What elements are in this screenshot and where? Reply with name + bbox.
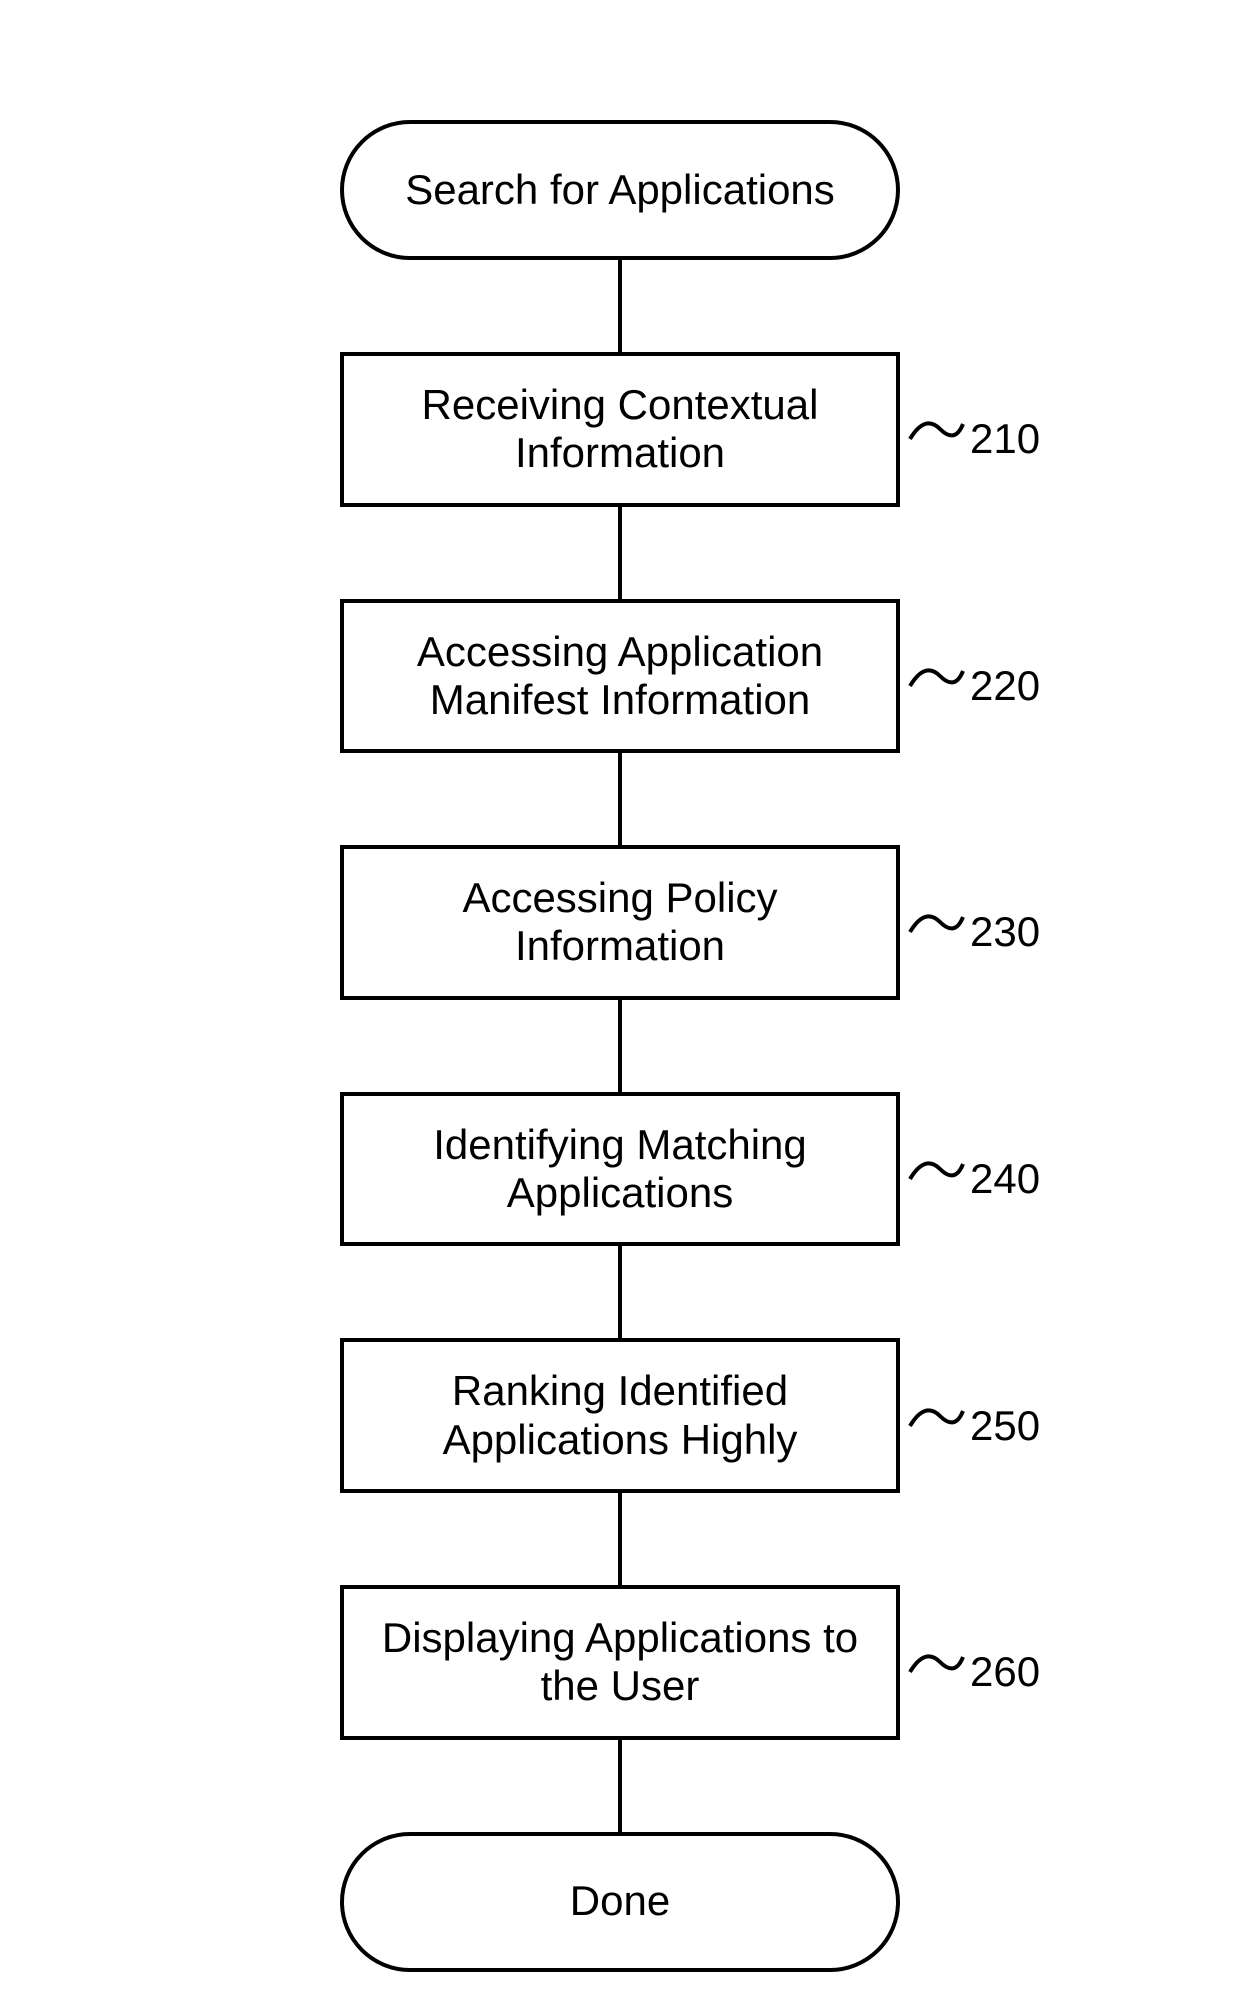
- connector: [618, 1493, 622, 1585]
- ref-number: 210: [970, 415, 1040, 463]
- callout: 240: [905, 1135, 1040, 1203]
- process-text: Identifying Matching Applications: [364, 1121, 876, 1218]
- process-text: Accessing Policy Information: [364, 874, 876, 971]
- process-box: Receiving Contextual Information: [340, 352, 900, 507]
- step-220: Accessing Application Manifest Informati…: [170, 599, 1070, 754]
- callout-curve-icon: [905, 1391, 965, 1441]
- process-box: Accessing Policy Information: [340, 845, 900, 1000]
- connector: [618, 1740, 622, 1832]
- step-210: Receiving Contextual Information 210: [170, 352, 1070, 507]
- start-terminal: Search for Applications: [340, 120, 900, 260]
- ref-number: 230: [970, 908, 1040, 956]
- start-label: Search for Applications: [405, 166, 835, 214]
- ref-number: 260: [970, 1648, 1040, 1696]
- connector: [618, 1246, 622, 1338]
- callout-curve-icon: [905, 651, 965, 701]
- step-250: Ranking Identified Applications Highly 2…: [170, 1338, 1070, 1493]
- process-text: Displaying Applications to the User: [364, 1614, 876, 1711]
- process-text: Accessing Application Manifest Informati…: [364, 628, 876, 725]
- ref-number: 250: [970, 1402, 1040, 1450]
- callout-curve-icon: [905, 1144, 965, 1194]
- ref-number: 220: [970, 662, 1040, 710]
- process-text: Ranking Identified Applications Highly: [364, 1367, 876, 1464]
- connector: [618, 753, 622, 845]
- callout: 220: [905, 642, 1040, 710]
- end-label: Done: [570, 1877, 670, 1925]
- callout: 250: [905, 1382, 1040, 1450]
- process-text: Receiving Contextual Information: [364, 381, 876, 478]
- callout-curve-icon: [905, 1637, 965, 1687]
- connector: [618, 1000, 622, 1092]
- callout: 230: [905, 888, 1040, 956]
- callout-curve-icon: [905, 404, 965, 454]
- process-box: Accessing Application Manifest Informati…: [340, 599, 900, 754]
- step-260: Displaying Applications to the User 260: [170, 1585, 1070, 1740]
- callout-curve-icon: [905, 897, 965, 947]
- callout: 210: [905, 395, 1040, 463]
- connector: [618, 260, 622, 352]
- process-box: Displaying Applications to the User: [340, 1585, 900, 1740]
- step-240: Identifying Matching Applications 240: [170, 1092, 1070, 1247]
- process-box: Identifying Matching Applications: [340, 1092, 900, 1247]
- process-box: Ranking Identified Applications Highly: [340, 1338, 900, 1493]
- step-230: Accessing Policy Information 230: [170, 845, 1070, 1000]
- ref-number: 240: [970, 1155, 1040, 1203]
- end-terminal: Done: [340, 1832, 900, 1972]
- connector: [618, 507, 622, 599]
- callout: 260: [905, 1628, 1040, 1696]
- flowchart-container: Search for Applications Receiving Contex…: [170, 120, 1070, 1972]
